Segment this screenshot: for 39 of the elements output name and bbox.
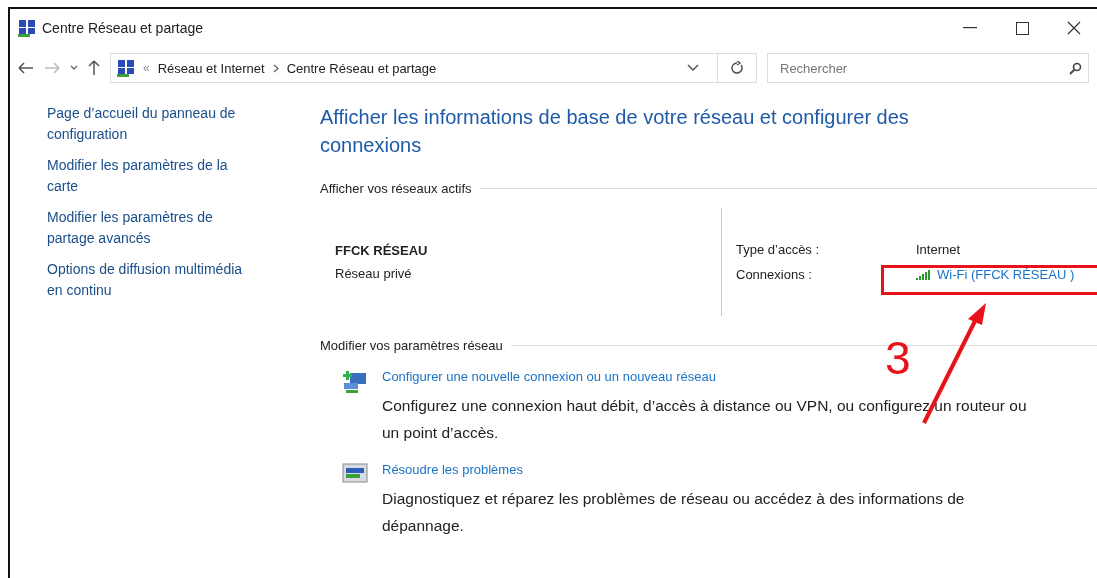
access-type-value: Internet: [916, 242, 962, 257]
step-number: 3: [885, 335, 911, 381]
troubleshoot-icon: [342, 462, 368, 486]
breadcrumb[interactable]: Réseau et Internet: [157, 60, 265, 76]
maximize-icon: [1015, 21, 1029, 35]
task-description: Configurez une connexion haut débit, d’accès à distance ou VPN, ou configurez un routeur ou un point d’accès.: [382, 396, 1028, 443]
search-box[interactable]: Rechercher: [767, 53, 1089, 83]
refresh-icon: [730, 61, 744, 75]
wifi-connection-link[interactable]: Wi-Fi (FFCK RÉSEAU ): [916, 267, 1075, 282]
network-location-icon: [117, 59, 135, 77]
page-heading: Afficher les informations de base de votre réseau et configurer des connexions: [320, 105, 910, 158]
access-type-label: Type d’accès :: [736, 242, 821, 257]
sidebar-link[interactable]: Page d’accueil du panneau de configuration: [47, 103, 247, 145]
network-plus-icon: [342, 369, 368, 395]
sidebar-link[interactable]: Modifier les paramètres de la carte: [47, 155, 247, 197]
back-button[interactable]: [18, 62, 34, 74]
window-title: Centre Réseau et partage: [42, 20, 205, 36]
signal-icon: [916, 269, 932, 280]
breadcrumb-overflow: «: [143, 61, 150, 75]
history-dropdown[interactable]: [70, 65, 78, 71]
sidebar-link[interactable]: Options de diffusion multimédia en continu: [47, 259, 247, 301]
address-bar[interactable]: « Réseau et Internet Centre Réseau et partage: [110, 53, 718, 83]
up-button[interactable]: [88, 60, 100, 76]
section-title: Modifier vos paramètres réseau: [320, 338, 503, 353]
close-icon: [1067, 21, 1081, 35]
dropdown-icon[interactable]: [687, 64, 699, 72]
task-link[interactable]: Résoudre les problèmes: [382, 462, 1047, 477]
minimize-icon: [963, 27, 977, 29]
task-description: Diagnostiquez et réparez les problèmes de réseau ou accédez à des informations de dépannage.: [382, 489, 966, 536]
network-app-icon: [18, 19, 36, 37]
search-icon: [1069, 61, 1082, 75]
network-category: Réseau privé: [335, 266, 413, 281]
chevron-icon: [272, 63, 279, 73]
refresh-button[interactable]: [717, 53, 757, 83]
section-title: Afficher vos réseaux actifs: [320, 181, 472, 196]
sidebar-link[interactable]: Modifier les paramètres de partage avancés: [47, 207, 247, 249]
connections-label: Connexions :: [736, 267, 813, 282]
breadcrumb[interactable]: Centre Réseau et partage: [286, 60, 437, 76]
network-name: FFCK RÉSEAU: [335, 243, 429, 258]
